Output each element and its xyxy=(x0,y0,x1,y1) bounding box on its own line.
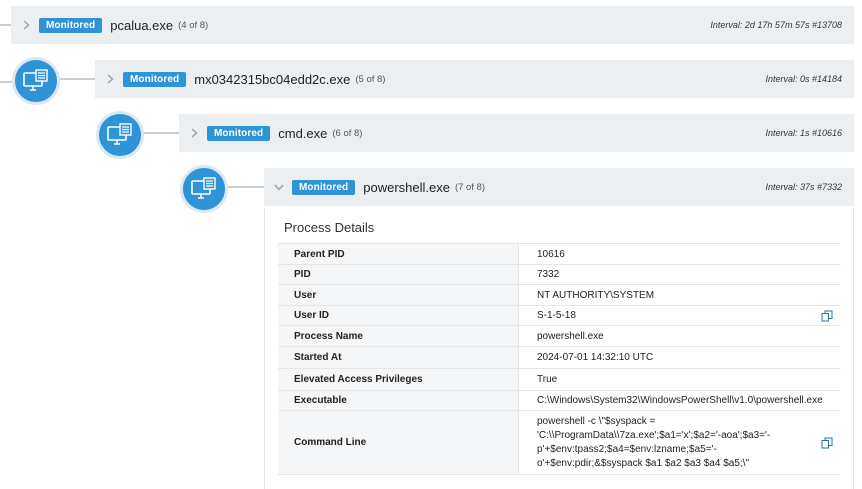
process-count: (6 of 8) xyxy=(332,127,363,139)
field-value: 2024-07-01 14:32:10 UTC xyxy=(518,346,841,369)
chevron-right-icon[interactable] xyxy=(189,128,199,138)
process-count: (7 of 8) xyxy=(454,181,486,193)
chevron-down-icon[interactable] xyxy=(274,182,284,192)
field-value: 10616 xyxy=(518,243,841,265)
tree-connector xyxy=(143,132,179,134)
field-label: Elevated Access Privileges xyxy=(278,368,519,391)
field-label: PID xyxy=(278,264,519,285)
field-label: Process Name xyxy=(278,325,519,347)
process-row-cmd[interactable]: Monitored cmd.exe (6 of 8) Interval: 1s … xyxy=(179,114,854,152)
status-badge: Monitored xyxy=(292,179,356,195)
process-row-mx0342315bc04edd2c[interactable]: Monitored mx0342315bc04edd2c.exe (5 of 8… xyxy=(95,60,854,98)
field-label: Started At xyxy=(278,346,519,369)
tree-connector xyxy=(59,78,95,80)
process-row-powershell[interactable]: Monitored powershell.exe (7 of 8) Interv… xyxy=(264,168,854,206)
table-row: Executable C:\Windows\System32\WindowsPo… xyxy=(278,390,841,411)
process-name: powershell.exe xyxy=(363,179,450,195)
process-interval: Interval: 1s #10616 xyxy=(765,128,842,138)
field-label: User xyxy=(278,284,519,306)
details-table: Parent PID 10616 PID 7332 User NT AUTHOR… xyxy=(278,243,841,475)
process-details-panel: Process Details Parent PID 10616 PID 733… xyxy=(264,208,854,489)
table-row: User ID S-1-5-18 xyxy=(278,305,841,326)
field-value: C:\Windows\System32\WindowsPowerShell\v1… xyxy=(518,390,841,411)
chevron-right-icon[interactable] xyxy=(105,74,115,84)
details-title: Process Details xyxy=(284,220,375,235)
tree-connector xyxy=(227,186,264,188)
field-label: Command Line xyxy=(278,410,519,475)
field-value: NT AUTHORITY\SYSTEM xyxy=(518,284,841,306)
process-row-pcalua[interactable]: Monitored pcalua.exe (4 of 8) Interval: … xyxy=(11,6,854,44)
process-name: mx0342315bc04edd2c.exe xyxy=(194,71,351,87)
field-label: User ID xyxy=(278,305,519,326)
chevron-right-icon[interactable] xyxy=(21,20,31,30)
table-row: PID 7332 xyxy=(278,264,841,285)
process-count: (5 of 8) xyxy=(355,73,386,85)
tree-connector xyxy=(0,24,11,26)
table-row: Command Line powershell -c \"$syspack = … xyxy=(278,410,841,475)
field-value: powershell.exe xyxy=(518,325,841,347)
status-badge: Monitored xyxy=(123,71,187,87)
process-interval: Interval: 0s #14184 xyxy=(765,74,842,84)
computer-process-icon xyxy=(180,165,228,213)
copy-icon[interactable] xyxy=(821,310,833,322)
table-row: Started At 2024-07-01 14:32:10 UTC xyxy=(278,346,841,369)
status-badge: Monitored xyxy=(207,125,271,141)
field-label: Parent PID xyxy=(278,243,519,265)
process-interval: Interval: 2d 17h 57m 57s #13708 xyxy=(710,20,842,30)
process-name: pcalua.exe xyxy=(110,17,174,33)
field-value: 7332 xyxy=(518,264,841,285)
table-row: Elevated Access Privileges True xyxy=(278,368,841,391)
field-label: Executable xyxy=(278,390,519,411)
field-value: powershell -c \"$syspack = 'C:\\ProgramD… xyxy=(537,415,771,469)
table-row: Process Name powershell.exe xyxy=(278,325,841,347)
computer-process-icon xyxy=(96,111,144,159)
computer-process-icon xyxy=(12,57,60,105)
status-badge: Monitored xyxy=(39,17,103,33)
table-row: Parent PID 10616 xyxy=(278,243,841,265)
field-value: True xyxy=(518,368,841,391)
field-value: S-1-5-18 xyxy=(537,310,576,321)
copy-icon[interactable] xyxy=(821,437,833,449)
table-row: User NT AUTHORITY\SYSTEM xyxy=(278,284,841,306)
process-name: cmd.exe xyxy=(278,125,328,141)
process-interval: Interval: 37s #7332 xyxy=(765,182,842,192)
process-count: (4 of 8) xyxy=(178,19,209,31)
